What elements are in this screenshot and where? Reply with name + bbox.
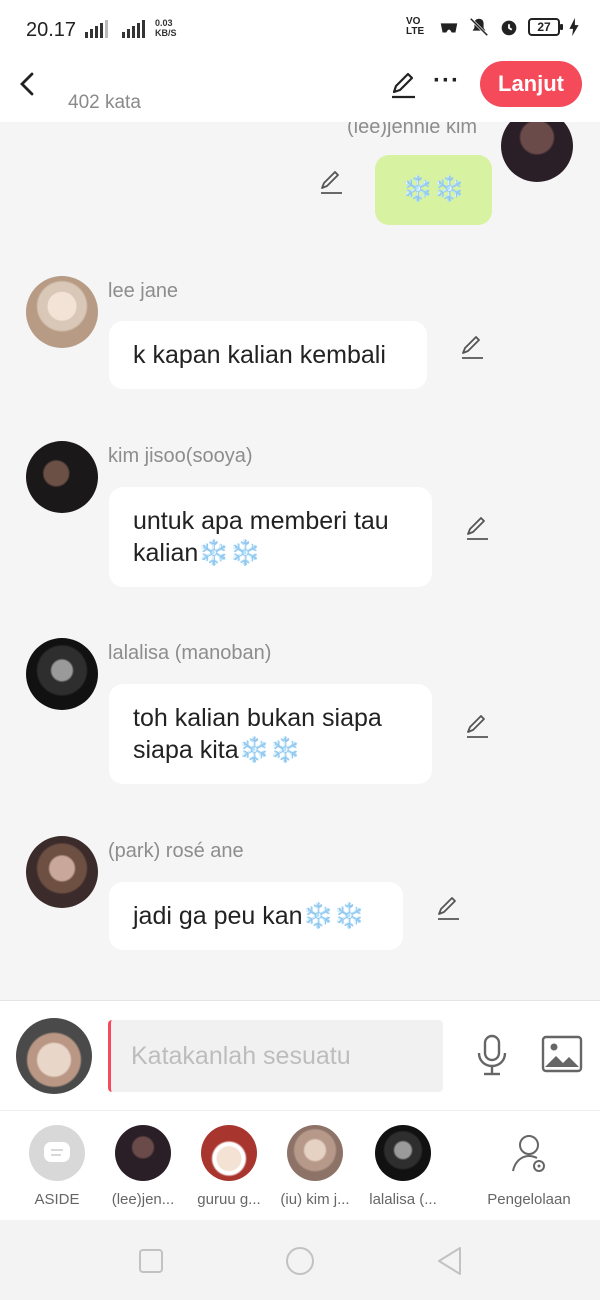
battery-icon: 27 — [528, 18, 563, 36]
chat-bubble[interactable]: untuk apa memberi tau kalian❄️❄️ — [109, 487, 432, 587]
edit-message-icon[interactable] — [463, 514, 491, 542]
avatar[interactable] — [26, 441, 98, 513]
avatar[interactable] — [26, 276, 98, 348]
sender-name: lee jane — [108, 280, 179, 302]
status-time: 20.17 — [26, 19, 77, 41]
back-arrow-icon[interactable] — [14, 68, 42, 100]
avatar[interactable] — [26, 638, 98, 710]
system-nav-bar — [0, 1220, 600, 1300]
charging-icon — [569, 17, 579, 37]
character-label: guruu g... — [197, 1191, 261, 1208]
game-icon — [440, 23, 458, 33]
message-text: k kapan kalian kembali — [133, 341, 386, 369]
message-text: untuk apa memberi tau kalian❄️❄️ — [133, 507, 389, 567]
chat-bubble[interactable]: toh kalian bukan siapa siapa kita❄️❄️ — [109, 684, 432, 784]
edit-message-icon[interactable] — [434, 894, 462, 922]
data-speed-unit: KB/S — [155, 28, 177, 38]
recent-apps-icon[interactable] — [134, 1244, 168, 1278]
sender-name: lalalisa (manoban) — [108, 642, 272, 664]
home-icon[interactable] — [283, 1244, 317, 1278]
microphone-icon[interactable] — [474, 1033, 510, 1077]
chat-area[interactable]: (lee)jennie kim ❄️❄️ lee jane k kapan ka… — [0, 122, 600, 1000]
character-aside[interactable]: ASIDE — [12, 1125, 102, 1208]
manage-characters-button[interactable]: Pengelolaan — [484, 1125, 574, 1208]
mute-icon — [469, 17, 489, 37]
character-avatar — [201, 1125, 257, 1181]
character-label: ASIDE — [34, 1191, 80, 1208]
image-icon[interactable] — [541, 1035, 583, 1073]
edit-message-icon[interactable] — [317, 168, 345, 196]
avatar[interactable] — [501, 122, 573, 182]
signal-4g-icon — [122, 20, 145, 38]
character-item[interactable]: (iu) kim j... — [270, 1125, 360, 1208]
status-icons: VO LTE 27 — [406, 16, 580, 38]
character-item[interactable]: lalalisa (... — [358, 1125, 448, 1208]
character-avatar — [115, 1125, 171, 1181]
data-speed: 0.03 KB/S — [155, 18, 177, 38]
status-bar: 20.17 0.03 KB/S VO LTE 27 — [0, 0, 600, 60]
character-item[interactable]: (lee)jen... — [98, 1125, 188, 1208]
character-label: lalalisa (... — [369, 1191, 437, 1208]
edit-message-icon[interactable] — [463, 712, 491, 740]
avatar[interactable] — [26, 836, 98, 908]
message-input[interactable] — [108, 1020, 443, 1092]
edit-message-icon[interactable] — [458, 333, 486, 361]
chat-bubble[interactable]: k kapan kalian kembali — [109, 321, 427, 389]
message-text: jadi ga peu kan❄️❄️ — [133, 902, 365, 930]
input-bar — [0, 1000, 600, 1110]
character-avatar — [287, 1125, 343, 1181]
volte-indicator: VO LTE — [406, 16, 425, 37]
sender-name: (lee)jennie kim — [347, 122, 478, 138]
sender-name: (park) rosé ane — [108, 840, 244, 862]
character-item[interactable]: guruu g... — [184, 1125, 274, 1208]
aside-icon — [29, 1125, 85, 1181]
character-label: (iu) kim j... — [280, 1191, 350, 1208]
message-text: toh kalian bukan siapa siapa kita❄️❄️ — [133, 704, 382, 764]
sender-name: kim jisoo(sooya) — [108, 445, 253, 467]
signal-icon — [85, 20, 108, 38]
manage-user-icon — [512, 1135, 545, 1172]
chat-bubble[interactable]: jadi ga peu kan❄️❄️ — [109, 882, 403, 950]
alarm-icon — [501, 20, 517, 36]
message-text: ❄️❄️ — [402, 175, 465, 203]
back-icon[interactable] — [433, 1244, 467, 1278]
next-button[interactable]: Lanjut — [480, 61, 582, 107]
character-bar: ASIDE (lee)jen... guruu g... (iu) kim j.… — [0, 1110, 600, 1220]
editor-header: 402 kata ··· Lanjut — [0, 60, 600, 122]
character-avatar — [375, 1125, 431, 1181]
edit-pencil-icon[interactable] — [388, 70, 418, 100]
current-character-avatar[interactable] — [16, 1018, 92, 1094]
character-label: Pengelolaan — [487, 1191, 571, 1208]
data-speed-value: 0.03 — [155, 18, 173, 28]
chat-bubble[interactable]: ❄️❄️ — [375, 155, 492, 225]
character-label: (lee)jen... — [111, 1191, 175, 1208]
word-count: 402 kata — [68, 92, 141, 113]
more-options-button[interactable]: ··· — [433, 66, 459, 100]
